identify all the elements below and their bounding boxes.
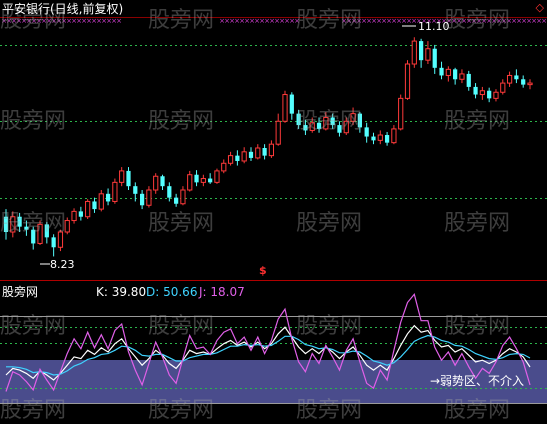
candle-body xyxy=(119,170,125,183)
x-marker-icon: × xyxy=(541,17,547,25)
candle-body xyxy=(248,151,254,158)
k-value-label: K: 39.80 xyxy=(96,285,147,299)
candle-body xyxy=(139,193,145,206)
watermark: 股旁网 xyxy=(444,398,511,423)
watermark: 股旁网 xyxy=(0,398,67,423)
candle-body xyxy=(425,48,431,61)
candle-body xyxy=(235,155,240,161)
candle-body xyxy=(85,200,91,218)
watermark: 股旁网 xyxy=(148,398,215,423)
watermark: 股旁网 xyxy=(148,8,215,33)
watermark: 股旁网 xyxy=(148,211,215,236)
candle-body xyxy=(208,178,213,183)
candle-body xyxy=(445,68,451,76)
candle-body xyxy=(112,181,118,202)
watermark: 股旁网 xyxy=(148,314,215,339)
indicator-title: 股旁网 xyxy=(2,285,39,299)
candle-body xyxy=(466,73,471,87)
candle-body xyxy=(459,73,465,80)
candle-body xyxy=(275,120,281,145)
candle-body xyxy=(71,210,77,222)
candle-body xyxy=(398,97,404,130)
watermark: 股旁网 xyxy=(296,211,363,236)
candle-body xyxy=(221,162,227,172)
watermark: 股旁网 xyxy=(444,211,511,236)
candle-body xyxy=(98,193,104,210)
candle-body xyxy=(479,90,485,96)
candle-body xyxy=(391,128,397,144)
watermark: 股旁网 xyxy=(296,398,363,423)
candle-body xyxy=(78,211,83,217)
watermark: 股旁网 xyxy=(444,314,511,339)
watermark: 股旁网 xyxy=(0,211,67,236)
d-value-label: D: 50.66 xyxy=(146,285,198,299)
weak-zone-annotation: →弱势区、不介入 xyxy=(430,374,525,388)
candle-body xyxy=(364,127,369,137)
candle-body xyxy=(371,136,376,141)
watermark: 股旁网 xyxy=(444,109,511,134)
candle-body xyxy=(493,91,499,99)
watermark: 股旁网 xyxy=(444,8,511,33)
watermark: 股旁网 xyxy=(296,314,363,339)
candle-body xyxy=(282,94,288,122)
diamond-icon[interactable]: ◇ xyxy=(536,1,544,15)
watermark: 股旁网 xyxy=(0,314,67,339)
candle-body xyxy=(262,148,267,156)
buy-signal-marker: $ xyxy=(259,264,267,277)
low-price-label: 8.23 xyxy=(50,258,75,271)
candle-body xyxy=(404,63,411,99)
candle-body xyxy=(194,174,199,183)
watermark: 股旁网 xyxy=(0,109,67,134)
watermark: 股旁网 xyxy=(296,109,363,134)
candle-body xyxy=(153,175,159,191)
candle-body xyxy=(527,82,533,86)
x-marker-icon: × xyxy=(116,17,122,25)
candle-body xyxy=(146,189,152,206)
candle-body xyxy=(487,90,492,99)
candle-body xyxy=(473,86,478,95)
candle-body xyxy=(227,155,234,164)
candle-body xyxy=(214,170,220,183)
candle-body xyxy=(377,134,383,141)
candle-body xyxy=(289,94,294,114)
watermark: 股旁网 xyxy=(296,8,363,33)
candle-body xyxy=(255,147,261,159)
candle-body xyxy=(105,193,111,202)
candle-body xyxy=(384,135,390,143)
candle-body xyxy=(174,197,179,204)
candle-body xyxy=(92,201,97,210)
candle-body xyxy=(506,74,513,84)
candle-body xyxy=(241,151,247,162)
candle-body xyxy=(514,75,519,80)
candle-body xyxy=(160,176,165,187)
high-price-label: 11.10 xyxy=(418,20,450,33)
candle-body xyxy=(187,174,193,191)
candle-body xyxy=(180,189,186,205)
candle-body xyxy=(200,178,206,183)
candle-body xyxy=(521,79,526,85)
watermark: 股旁网 xyxy=(148,109,215,134)
chart-title: 平安银行(日线,前复权) xyxy=(2,2,124,16)
candle-body xyxy=(167,186,172,198)
candle-body xyxy=(439,67,444,76)
candle-body xyxy=(500,82,506,93)
candle-body xyxy=(411,40,417,65)
candle-body xyxy=(133,186,138,194)
candle-body xyxy=(432,48,437,68)
candle-body xyxy=(268,143,275,157)
candle-body xyxy=(126,170,131,187)
j-value-label: J: 18.07 xyxy=(199,285,245,299)
candle-body xyxy=(453,69,458,80)
candle-body xyxy=(51,237,56,248)
candle-body xyxy=(419,41,424,61)
